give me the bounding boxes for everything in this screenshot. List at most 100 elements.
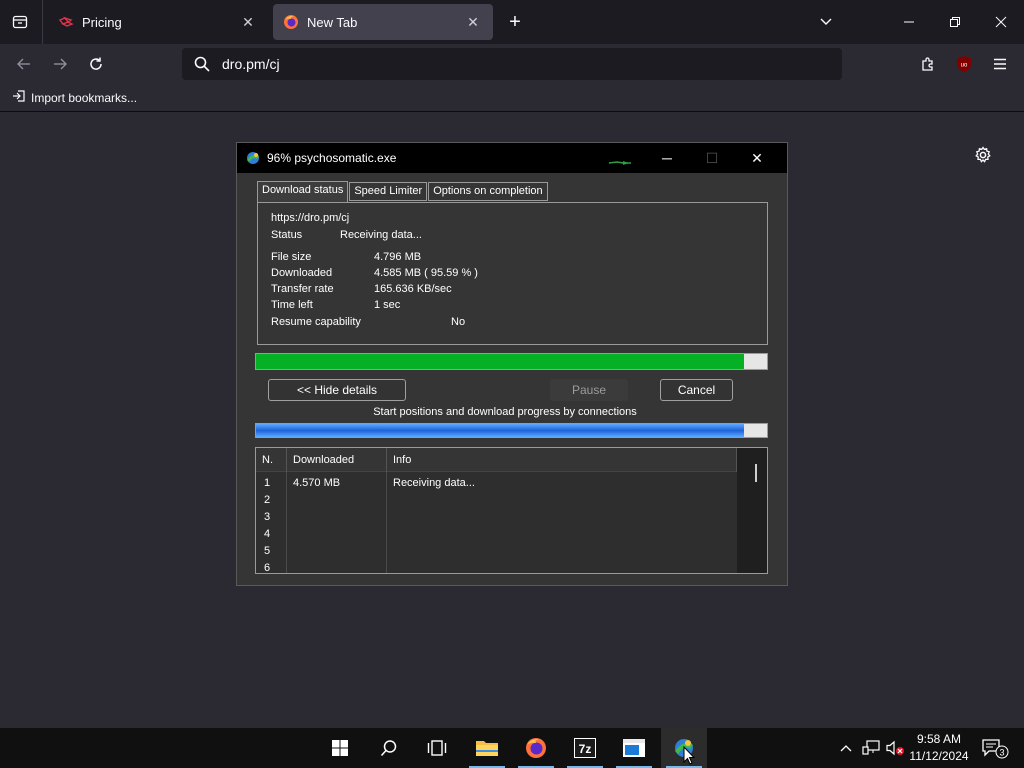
column-divider (286, 472, 287, 573)
network-icon (862, 740, 880, 755)
file-explorer-taskbar-button[interactable] (464, 728, 510, 768)
chevron-up-icon (840, 745, 852, 752)
close-icon (995, 16, 1007, 28)
svg-text:uo: uo (961, 63, 968, 69)
notification-icon: 3 (982, 739, 1009, 759)
folder-icon (476, 741, 498, 756)
navigation-toolbar: dro.pm/cj uo (0, 44, 1024, 84)
firefox-view-button[interactable] (6, 8, 34, 36)
taskbar: 7z 9:58 AM 11/12/2024 3 (0, 728, 1024, 768)
url-bar[interactable]: dro.pm/cj (182, 48, 842, 80)
connections-table: N. Downloaded Info 1 4.570 MB Receiving … (255, 447, 768, 574)
url-text[interactable]: dro.pm/cj (222, 56, 280, 72)
reload-button[interactable] (82, 50, 110, 78)
row-number: 3 (264, 511, 271, 523)
forward-arrow-icon (54, 58, 67, 70)
table-scrollbar[interactable] (737, 448, 767, 573)
clock-date: 11/12/2024 (909, 749, 969, 763)
row-number: 4 (264, 528, 271, 540)
transfer-rate-value: 165.636 KB/sec (374, 283, 452, 295)
firefox-icon (526, 738, 546, 758)
tab-label: New Tab (307, 14, 358, 30)
tab-pricing[interactable]: Pricing ✕ (48, 4, 268, 40)
time-left-value: 1 sec (374, 299, 401, 311)
connections-progress-fill (256, 424, 745, 437)
cancel-button[interactable]: Cancel (660, 379, 733, 401)
bookmark-label: Import bookmarks... (31, 90, 138, 105)
close-window-button[interactable] (978, 0, 1024, 44)
close-tab-icon[interactable]: ✕ (238, 12, 258, 32)
download-progress-fill (256, 354, 745, 369)
gear-icon (975, 146, 991, 163)
personalize-settings-button[interactable] (972, 144, 994, 166)
tab-bar: Pricing ✕ New Tab ✕ + (0, 0, 1024, 44)
idm-taskbar-button[interactable] (661, 728, 707, 768)
row-number: 6 (264, 562, 271, 574)
action-center-button[interactable]: 3 (978, 728, 1012, 768)
volume-tray-icon[interactable] (884, 728, 906, 768)
dropbox-icon (58, 14, 74, 30)
notepad-taskbar-button[interactable] (611, 728, 657, 768)
ublock-origin-button[interactable]: uo (950, 50, 978, 78)
start-button[interactable] (317, 728, 363, 768)
speaker-muted-icon (886, 740, 904, 756)
row-info: Receiving data... (393, 477, 475, 489)
extensions-button[interactable] (914, 50, 942, 78)
dialog-close-button[interactable]: ✕ (734, 143, 780, 173)
tab-separator (42, 0, 43, 44)
firefox-taskbar-button[interactable] (513, 728, 559, 768)
connections-caption: Start positions and download progress by… (373, 406, 637, 418)
dialog-title-bar[interactable]: 96% psychosomatic.exe ─ ☐ ✕ (237, 143, 787, 173)
download-status-panel: https://dro.pm/cj Status Receiving data.… (257, 202, 768, 345)
bookmarks-toolbar: Import bookmarks... (0, 84, 1024, 112)
tab-new-tab[interactable]: New Tab ✕ (273, 4, 493, 40)
minimize-icon (904, 21, 914, 23)
dialog-maximize-button: ☐ (689, 143, 735, 173)
clock[interactable]: 9:58 AM 11/12/2024 (906, 731, 972, 765)
tab-speed-limiter[interactable]: Speed Limiter (349, 182, 428, 201)
minimize-icon: ─ (662, 150, 672, 166)
download-progress-bar (255, 353, 768, 370)
row-number: 1 (264, 477, 271, 489)
search-button[interactable] (366, 728, 412, 768)
scrollbar-thumb[interactable] (755, 464, 757, 482)
svg-text:7z: 7z (579, 742, 592, 756)
time-left-label: Time left (271, 299, 313, 311)
task-view-button[interactable] (414, 728, 460, 768)
hamburger-icon (994, 58, 1006, 70)
minimize-button[interactable] (886, 0, 932, 44)
dialog-title: 96% psychosomatic.exe (267, 151, 397, 165)
ublock-icon: uo (957, 56, 971, 72)
tab-label: Pricing (82, 14, 122, 30)
row-downloaded: 4.570 MB (293, 477, 341, 489)
clock-time: 9:58 AM (916, 732, 962, 746)
tab-options-on-completion[interactable]: Options on completion (428, 182, 548, 201)
back-button[interactable] (10, 50, 38, 78)
pause-button: Pause (550, 379, 628, 401)
column-header-downloaded[interactable]: Downloaded (287, 448, 387, 472)
column-header-info[interactable]: Info (387, 448, 737, 472)
import-bookmarks-link[interactable]: Import bookmarks... (12, 89, 137, 106)
list-all-tabs-button[interactable] (803, 0, 849, 44)
idm-app-icon (247, 152, 259, 164)
file-size-label: File size (271, 251, 312, 263)
menu-button[interactable] (986, 50, 1014, 78)
forward-button[interactable] (46, 50, 74, 78)
show-hidden-icons-button[interactable] (836, 728, 856, 768)
firefox-icon (283, 14, 299, 30)
dialog-minimize-button[interactable]: ─ (644, 143, 690, 173)
status-label: Status (271, 229, 303, 241)
hide-details-button[interactable]: << Hide details (268, 379, 406, 401)
restore-button[interactable] (932, 0, 978, 44)
row-number: 2 (264, 494, 271, 506)
network-tray-icon[interactable] (860, 728, 882, 768)
close-tab-icon[interactable]: ✕ (463, 12, 483, 32)
column-header-n[interactable]: N. (256, 448, 287, 472)
windows-logo-icon (332, 740, 348, 756)
download-url: https://dro.pm/cj (271, 212, 350, 224)
new-tab-button[interactable]: + (503, 10, 527, 34)
7zip-taskbar-button[interactable]: 7z (562, 728, 608, 768)
maximize-icon: ☐ (705, 149, 719, 166)
tab-download-status[interactable]: Download status (257, 181, 349, 202)
speed-graph-icon (609, 161, 631, 165)
